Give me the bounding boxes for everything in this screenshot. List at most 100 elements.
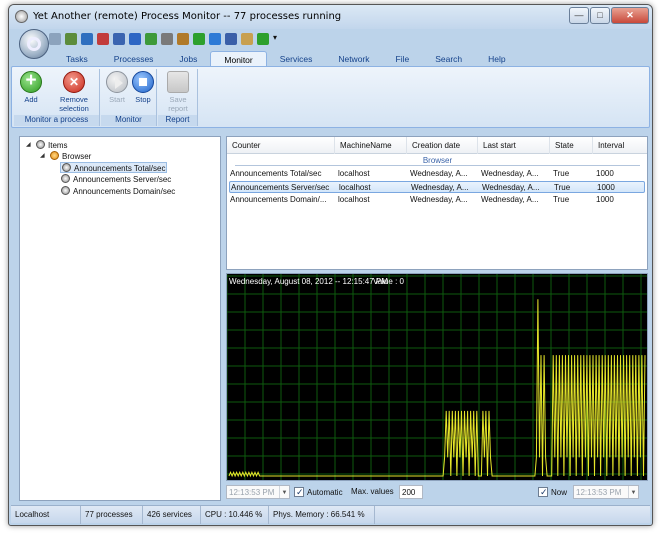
app-window: Yet Another (remote) Process Monitor -- … (8, 4, 653, 526)
tree-root-label: Items (48, 141, 68, 150)
table-row[interactable]: Announcements Total/sec localhost Wednesda… (229, 168, 645, 180)
table-cell: Wednesday, A... (482, 183, 540, 192)
add-icon (20, 70, 42, 93)
counter-tree[interactable]: ◢ Items ◢ Browser Announcements Total/se… (19, 136, 221, 501)
tab-network[interactable]: Network (325, 51, 382, 67)
globe-icon[interactable] (209, 33, 221, 45)
tab-services[interactable]: Services (267, 51, 326, 67)
table-cell: 1000 (596, 169, 614, 178)
table-cell: 1000 (596, 195, 614, 204)
chevron-down-icon: ▼ (628, 486, 638, 498)
table-cell: Wednesday, A... (481, 195, 539, 204)
save-icon[interactable] (225, 33, 237, 45)
minimize-button[interactable]: — (569, 7, 589, 24)
column-header[interactable]: Counter (227, 137, 335, 154)
target-icon[interactable] (97, 33, 109, 45)
tree-node-counter[interactable]: Announcements Server/sec (61, 174, 171, 185)
end-time-picker[interactable]: 12:13:53 PM ▼ (573, 485, 639, 499)
app-menu-button[interactable] (19, 29, 49, 59)
workspace: ◢ Items ◢ Browser Announcements Total/se… (11, 132, 650, 504)
column-header[interactable]: State (550, 137, 593, 154)
tools-icon[interactable] (161, 33, 173, 45)
counter-grid[interactable]: Counter MachineName Creation date Last s… (226, 136, 648, 270)
tab-search[interactable]: Search (422, 51, 475, 67)
grid-header: Counter MachineName Creation date Last s… (227, 137, 647, 154)
chart-timestamp: Wednesday, August 08, 2012 -- 12:15:47 P… (229, 277, 388, 286)
table-cell: 1000 (597, 183, 615, 192)
quick-access-toolbar: ▾ (49, 30, 285, 48)
counter-icon (61, 174, 70, 183)
column-header[interactable]: Creation date (407, 137, 478, 154)
gear-icon (36, 140, 45, 149)
network-icon[interactable] (113, 33, 125, 45)
tab-help[interactable]: Help (475, 51, 518, 67)
start-time-picker[interactable]: 12:13:53 PM ▼ (226, 485, 290, 499)
hook-icon[interactable] (177, 33, 189, 45)
chevron-down-icon: ▼ (279, 486, 289, 498)
now-checkbox[interactable]: Now (538, 485, 567, 499)
tab-tasks[interactable]: Tasks (53, 51, 101, 67)
stop-label: Stop (135, 95, 151, 104)
add-icon[interactable] (193, 33, 205, 45)
gear-icon (27, 37, 41, 51)
copy-icon[interactable] (241, 33, 253, 45)
tab-processes[interactable]: Processes (101, 51, 167, 67)
max-values-label: Max. values (351, 487, 394, 496)
status-bar: Localhost 77 processes 426 services CPU … (11, 505, 650, 524)
tree-node-root[interactable]: ◢ Items (26, 140, 68, 151)
dropdown-icon[interactable]: ▾ (273, 33, 285, 45)
counter-icon (61, 186, 70, 195)
save-report-icon (167, 71, 189, 93)
column-header[interactable]: MachineName (335, 137, 407, 154)
ribbon-panel: Add Remove selection Monitor a process S… (11, 66, 650, 128)
now-label: Now (551, 488, 568, 497)
max-values-input[interactable]: 200 (399, 485, 423, 499)
counter-icon (62, 163, 71, 172)
remove-icon (63, 71, 85, 93)
play-icon (106, 71, 128, 93)
screen-icon[interactable] (81, 33, 93, 45)
monitor-icon[interactable] (65, 33, 77, 45)
automatic-label: Automatic (307, 488, 343, 497)
tab-monitor[interactable]: Monitor (210, 51, 267, 67)
tab-jobs[interactable]: Jobs (166, 51, 210, 67)
tree-node-browser[interactable]: ◢ Browser (40, 151, 91, 162)
start-button[interactable]: Start (105, 71, 129, 104)
column-header[interactable]: Interval (593, 137, 647, 154)
save-report-label: Save report (168, 95, 188, 113)
close-button[interactable]: ✕ (611, 7, 649, 24)
table-cell: Wednesday, A... (481, 169, 539, 178)
collapse-icon: ◢ (40, 153, 45, 159)
automatic-checkbox[interactable]: Automatic (294, 485, 343, 499)
category-icon (50, 151, 59, 160)
ribbon-group-monitor-a-process: Add Remove selection Monitor a process (14, 69, 100, 126)
stop-button[interactable]: Stop (131, 71, 155, 104)
save-report-button[interactable]: Save report (162, 71, 194, 113)
tree-node-counter[interactable]: Announcements Domain/sec (61, 186, 175, 197)
tree-node-counter[interactable]: Announcements Total/sec (60, 162, 168, 173)
table-cell: Announcements Total/sec (230, 169, 322, 178)
tab-file[interactable]: File (383, 51, 423, 67)
shield-icon[interactable] (145, 33, 157, 45)
table-row[interactable]: Announcements Domain/... localhost Wednesd… (229, 194, 645, 206)
grid-group-header: Browser (235, 156, 640, 166)
remove-selection-button[interactable]: Remove selection (54, 71, 94, 113)
check-icon[interactable] (257, 33, 269, 45)
tree-group-label: Browser (62, 152, 92, 161)
new-icon[interactable] (49, 33, 61, 45)
table-cell: Wednesday, A... (410, 195, 468, 204)
window-title: Yet Another (remote) Process Monitor -- … (33, 11, 342, 22)
counter-chart: Wednesday, August 08, 2012 -- 12:15:47 P… (226, 273, 648, 481)
tree-item-label: Announcements Total/sec (74, 164, 166, 173)
table-row[interactable]: Announcements Server/sec localhost Wednesd… (229, 181, 645, 193)
column-header[interactable]: Last start (478, 137, 550, 154)
maximize-button[interactable]: □ (590, 7, 610, 24)
status-services: 426 services (143, 506, 201, 524)
table-cell: True (554, 183, 571, 192)
add-button[interactable]: Add (20, 70, 42, 104)
start-time-value: 12:13:53 PM (229, 488, 275, 497)
stop-icon (132, 71, 154, 93)
ribbon-group-report: Save report Report (158, 69, 198, 126)
info-icon[interactable] (129, 33, 141, 45)
table-cell: Wednesday, A... (411, 183, 469, 192)
